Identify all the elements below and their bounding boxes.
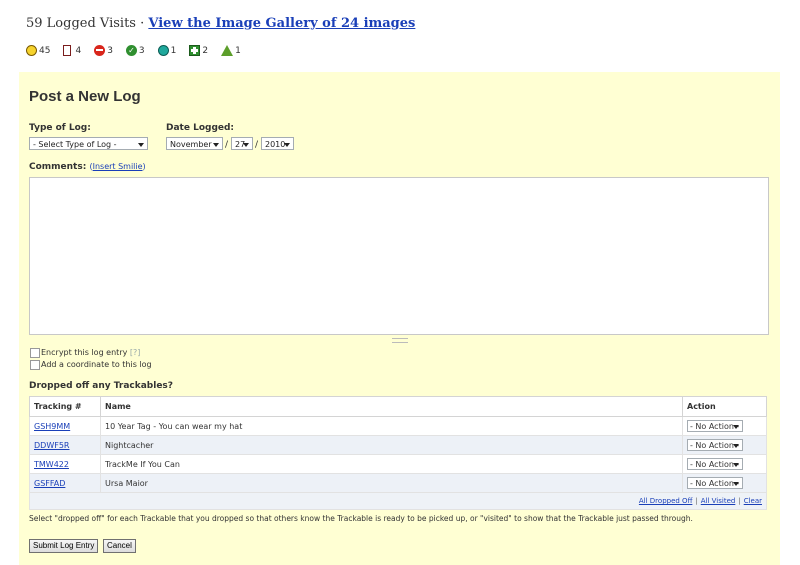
- encrypt-checkbox[interactable]: [30, 348, 40, 358]
- trackable-name: TrackMe If You Can: [100, 454, 683, 474]
- stat-note: 4: [63, 45, 81, 56]
- comments-textarea[interactable]: [29, 177, 769, 335]
- table-row: TMW422 TrackMe If You Can - No Action -: [29, 454, 767, 474]
- globe-icon: [157, 45, 169, 56]
- trackable-name: 10 Year Tag - You can wear my hat: [100, 416, 683, 436]
- trackables-table: Tracking # Name Action GSH9MM 10 Year Ta…: [29, 396, 767, 510]
- smile-icon: [26, 45, 37, 56]
- post-log-title: Post a New Log: [29, 88, 141, 105]
- action-select[interactable]: - No Action -: [687, 439, 743, 451]
- stat-globe: 1: [157, 45, 176, 56]
- tree-icon: [221, 45, 234, 56]
- trackable-name: Nightcacher: [100, 435, 683, 455]
- green-cross-icon: [189, 45, 201, 56]
- all-dropped-off-link[interactable]: All Dropped Off: [639, 497, 693, 505]
- date-separator: /: [225, 140, 229, 150]
- col-tracking: Tracking #: [29, 396, 101, 417]
- chevron-down-icon: [243, 143, 249, 147]
- header-separator: ·: [135, 16, 149, 31]
- chevron-down-icon: [733, 482, 739, 486]
- chevron-down-icon: [213, 143, 219, 147]
- post-log-panel: Post a New Log Type of Log: - Select Typ…: [19, 72, 780, 565]
- chevron-down-icon: [138, 143, 144, 147]
- table-footer: All Dropped Off | All Visited | Clear: [29, 492, 767, 510]
- stat-needs-maintenance: 2: [189, 45, 208, 56]
- check-icon: ✓: [125, 45, 137, 56]
- trackable-name: Ursa Maior: [100, 473, 683, 493]
- date-separator: /: [255, 140, 259, 150]
- clear-link[interactable]: Clear: [744, 497, 762, 505]
- table-row: GSFFAD Ursa Maior - No Action -: [29, 473, 767, 493]
- all-visited-link[interactable]: All Visited: [701, 497, 736, 505]
- tracking-link[interactable]: DDWF5R: [34, 441, 69, 450]
- cancel-button[interactable]: Cancel: [103, 539, 136, 553]
- year-select[interactable]: 2010: [261, 137, 294, 150]
- image-gallery-link[interactable]: View the Image Gallery of 24 images: [148, 16, 415, 31]
- submit-log-button[interactable]: Submit Log Entry: [29, 539, 99, 553]
- chevron-down-icon: [284, 143, 290, 147]
- month-select[interactable]: November: [166, 137, 223, 150]
- table-row: GSH9MM 10 Year Tag - You can wear my hat…: [29, 416, 767, 436]
- note-icon: [63, 45, 72, 56]
- stat-not-found: 3: [94, 45, 113, 56]
- chevron-down-icon: [733, 463, 739, 467]
- stat-check: ✓ 3: [125, 45, 145, 56]
- trackables-note: Select "dropped off" for each Trackable …: [29, 514, 693, 523]
- action-select[interactable]: - No Action -: [687, 458, 743, 470]
- log-type-label: Type of Log:: [29, 123, 91, 133]
- insert-smilie-link[interactable]: Insert Smilie: [93, 162, 143, 171]
- day-select[interactable]: 27: [231, 137, 253, 150]
- tracking-link[interactable]: TMW422: [34, 460, 69, 469]
- chevron-down-icon: [733, 425, 739, 429]
- action-select[interactable]: - No Action -: [687, 477, 743, 489]
- tracking-link[interactable]: GSFFAD: [34, 479, 65, 488]
- chevron-down-icon: [733, 444, 739, 448]
- add-coordinate-label: Add a coordinate to this log: [41, 360, 152, 369]
- encrypt-label: Encrypt this log entry [?]: [41, 348, 141, 357]
- col-name: Name: [100, 396, 683, 417]
- page-header: 59 Logged Visits · View the Image Galler…: [26, 16, 415, 31]
- tracking-link[interactable]: GSH9MM: [34, 422, 70, 431]
- log-type-select[interactable]: - Select Type of Log -: [29, 137, 148, 150]
- add-coordinate-checkbox[interactable]: [30, 360, 40, 370]
- comments-label: Comments: (Insert Smilie): [29, 162, 146, 172]
- log-type-stats: 45 4 3 ✓ 3 1 2 1: [26, 45, 254, 56]
- do-not-enter-icon: [94, 45, 106, 56]
- help-link[interactable]: [?]: [130, 348, 141, 357]
- resize-grip-icon[interactable]: [392, 338, 408, 343]
- col-action: Action: [682, 396, 767, 417]
- logged-visits-count: 59 Logged Visits: [26, 16, 136, 31]
- action-select[interactable]: - No Action -: [687, 420, 743, 432]
- table-row: DDWF5R Nightcacher - No Action -: [29, 435, 767, 455]
- date-logged-label: Date Logged:: [166, 123, 235, 133]
- stat-found: 45: [26, 45, 50, 56]
- trackables-heading: Dropped off any Trackables?: [29, 381, 174, 391]
- stat-attended: 1: [221, 45, 241, 56]
